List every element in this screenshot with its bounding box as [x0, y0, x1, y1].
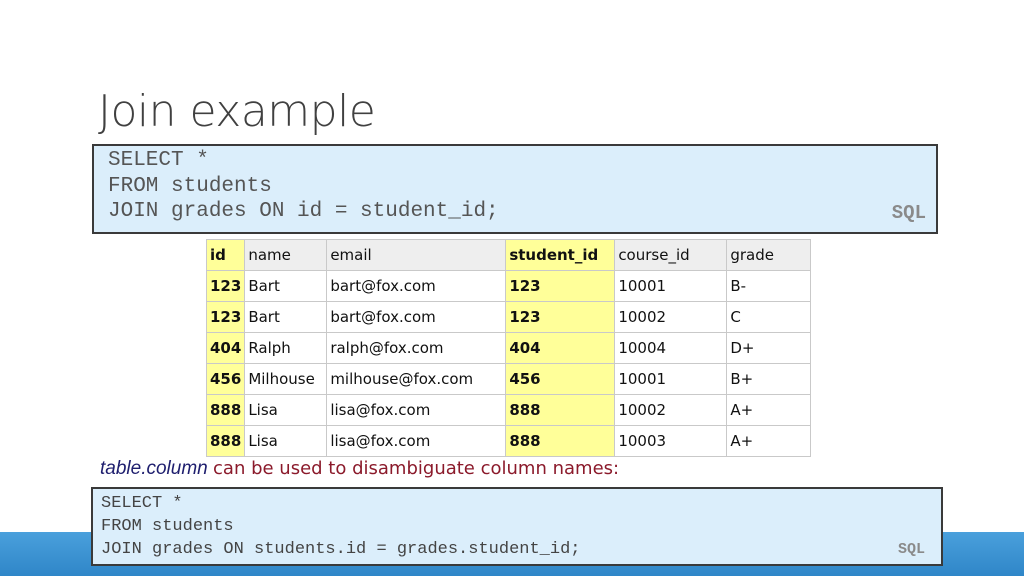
table-header-row: id name email student_id course_id grade: [205, 239, 812, 271]
cell-course-id: 10004: [614, 332, 728, 364]
code-line: FROM students: [108, 174, 272, 198]
cell-course-id: 10001: [614, 270, 728, 302]
column-header-student-id: student_id: [505, 239, 616, 271]
table-row: 456 Milhouse milhouse@fox.com 456 10001 …: [205, 363, 812, 395]
sql-query-box-qualified: SELECT * FROM students JOIN grades ON st…: [91, 487, 943, 566]
cell-course-id: 10001: [614, 363, 728, 395]
table-row: 123 Bart bart@fox.com 123 10001 B-: [205, 270, 812, 302]
cell-email: ralph@fox.com: [326, 332, 507, 364]
column-header-name: name: [244, 239, 328, 271]
cell-email: bart@fox.com: [326, 270, 507, 302]
join-result-table: id name email student_id course_id grade…: [205, 239, 812, 457]
slide-title: Join example: [98, 86, 376, 137]
cell-email: bart@fox.com: [326, 301, 507, 333]
cell-grade: B+: [726, 363, 812, 395]
cell-course-id: 10003: [614, 425, 728, 457]
cell-id: 888: [205, 394, 246, 426]
cell-id: 404: [205, 332, 246, 364]
cell-course-id: 10002: [614, 301, 728, 333]
language-label: SQL: [891, 202, 926, 224]
cell-id: 456: [205, 363, 246, 395]
column-header-id: id: [205, 239, 246, 271]
table-row: 123 Bart bart@fox.com 123 10002 C: [205, 301, 812, 333]
cell-grade: A+: [726, 394, 812, 426]
column-header-grade: grade: [726, 239, 812, 271]
cell-name: Lisa: [244, 394, 328, 426]
column-header-course-id: course_id: [614, 239, 728, 271]
code-line: JOIN grades ON id = student_id;: [108, 200, 499, 223]
cell-student-id: 888: [505, 394, 616, 426]
disambiguation-note: table.column can be used to disambiguate…: [100, 458, 619, 480]
cell-name: Bart: [244, 301, 328, 333]
cell-grade: D+: [726, 332, 812, 364]
cell-email: lisa@fox.com: [326, 425, 507, 457]
cell-name: Lisa: [244, 425, 328, 457]
cell-grade: B-: [726, 270, 812, 302]
note-text: can be used to disambiguate column names…: [213, 458, 620, 479]
cell-student-id: 123: [505, 270, 616, 302]
cell-name: Ralph: [244, 332, 328, 364]
cell-id: 888: [205, 425, 246, 457]
cell-id: 123: [205, 301, 246, 333]
cell-name: Milhouse: [244, 363, 328, 395]
column-header-email: email: [326, 239, 507, 271]
cell-course-id: 10002: [614, 394, 728, 426]
cell-name: Bart: [244, 270, 328, 302]
table-row: 888 Lisa lisa@fox.com 888 10002 A+: [205, 394, 812, 426]
cell-student-id: 404: [505, 332, 616, 364]
cell-student-id: 456: [505, 363, 616, 395]
code-line: FROM students: [101, 517, 234, 536]
cell-grade: C: [726, 301, 812, 333]
cell-student-id: 123: [505, 301, 616, 333]
code-line: JOIN grades ON students.id = grades.stud…: [101, 540, 581, 559]
note-code: table.column: [100, 458, 208, 479]
table-row: 888 Lisa lisa@fox.com 888 10003 A+: [205, 425, 812, 457]
table-row: 404 Ralph ralph@fox.com 404 10004 D+: [205, 332, 812, 364]
cell-id: 123: [205, 270, 246, 302]
language-label: SQL: [897, 541, 925, 558]
cell-email: lisa@fox.com: [326, 394, 507, 426]
cell-student-id: 888: [505, 425, 616, 457]
cell-email: milhouse@fox.com: [326, 363, 507, 395]
sql-query-box: SELECT * FROM students JOIN grades ON id…: [92, 144, 938, 234]
code-line: SELECT *: [108, 149, 209, 172]
code-line: SELECT *: [101, 494, 183, 513]
cell-grade: A+: [726, 425, 812, 457]
